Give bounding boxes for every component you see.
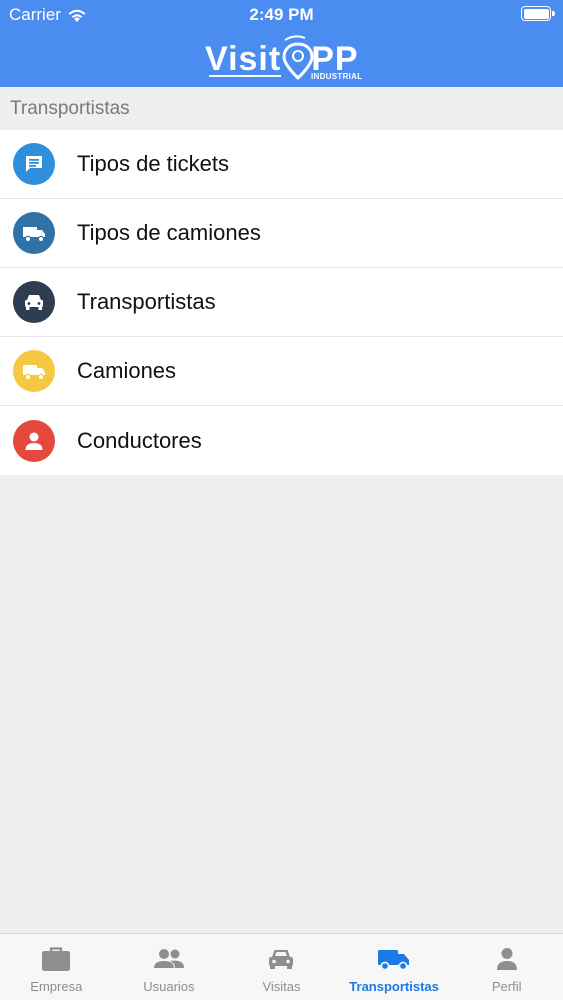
users-icon [153,949,184,968]
app-header: Carrier 2:49 PM Visit PP INDUSTRIAL [0,0,563,87]
tab-perfil[interactable]: Perfil [450,934,563,1000]
truck-icon [13,350,55,392]
logo-subtitle: INDUSTRIAL [311,72,363,81]
menu-item-conductores[interactable]: Conductores [0,406,563,475]
person-icon [13,419,55,462]
menu-item-tipos-de-tickets[interactable]: Tipos de tickets [0,130,563,199]
battery-icon [521,6,555,21]
person-icon [496,948,517,970]
car-icon [269,950,294,969]
tab-transportistas[interactable]: Transportistas [338,934,451,1000]
tab-label: Empresa [30,979,83,994]
briefcase-icon [42,947,71,971]
truck-icon [378,950,410,971]
menu-item-camiones[interactable]: Camiones [0,337,563,406]
car-icon [13,281,55,323]
menu-item-label: Transportistas [77,289,216,314]
menu-item-label: Tipos de camiones [77,220,261,245]
tab-usuarios[interactable]: Usuarios [113,934,226,1000]
clock: 2:49 PM [249,5,314,24]
tab-label: Visitas [262,979,301,994]
menu-item-transportistas[interactable]: Transportistas [0,268,563,337]
status-bar: Carrier 2:49 PM [0,0,563,30]
app-logo: Visit PP INDUSTRIAL [205,34,365,82]
menu-item-tipos-de-camiones[interactable]: Tipos de camiones [0,199,563,268]
tab-visitas[interactable]: Visitas [225,934,338,1000]
tab-label: Usuarios [143,979,195,994]
menu-list: Tipos de tickets Tipos de camiones Trans [0,130,563,475]
section-title: Transportistas [0,87,563,130]
truck-icon [13,212,55,254]
tab-label: Transportistas [349,979,439,994]
menu-item-label: Tipos de tickets [77,151,230,176]
tab-bar: Empresa Usuarios Visitas Transportistas … [0,933,563,1000]
menu-item-label: Camiones [77,358,177,383]
tab-empresa[interactable]: Empresa [0,934,113,1000]
tab-label: Perfil [491,979,522,994]
menu-item-label: Conductores [77,427,202,453]
message-icon [13,143,55,185]
